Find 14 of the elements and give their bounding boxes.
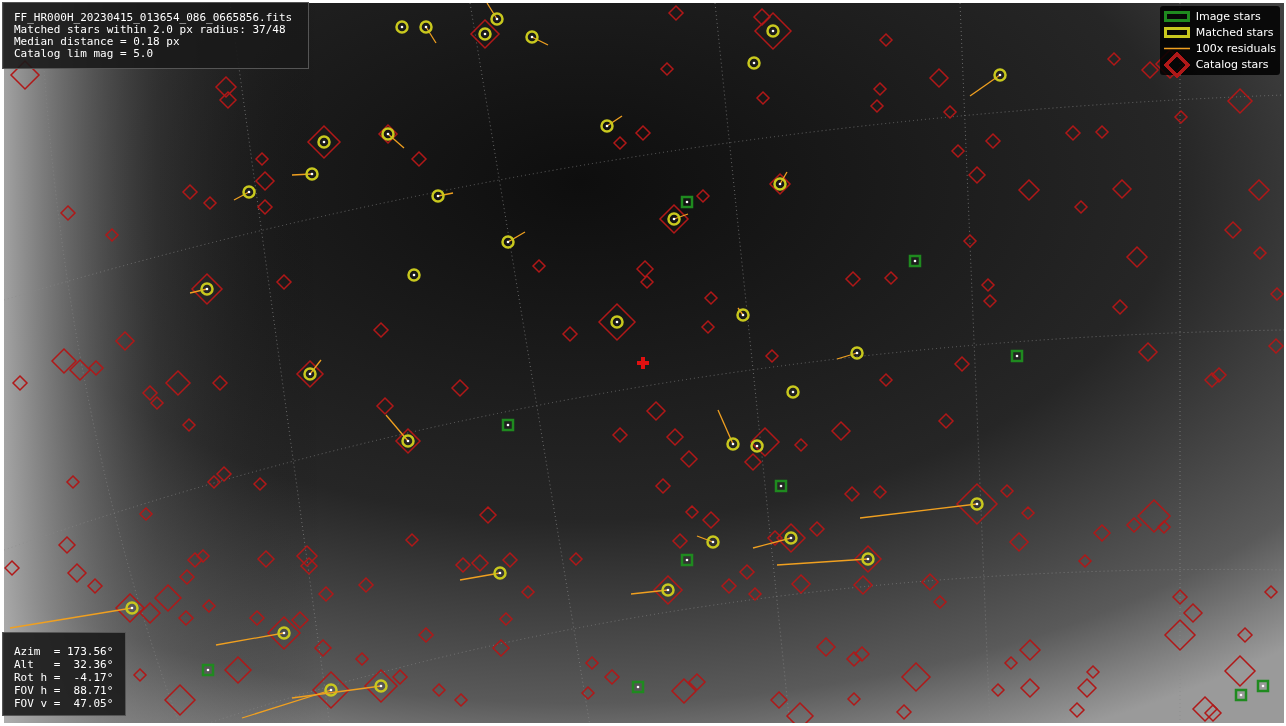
info-text: FF_HR000H_20230415_013654_086_0665856.fits xyxy=(14,12,294,24)
pointing-text: Azim = 173.56° xyxy=(14,645,115,658)
pointing-text: Rot h = -4.17° xyxy=(14,671,115,684)
pointing-text: FOV v = 47.05° xyxy=(14,697,115,710)
legend-label: 100x residuals xyxy=(1195,42,1276,55)
pointing-text: FOV h = 88.71° xyxy=(14,684,115,697)
legend-label: Matched stars xyxy=(1195,26,1274,39)
info-text: Matched stars within 2.0 px radius: 37/48 xyxy=(14,24,286,36)
pointing-text: Alt = 32.36° xyxy=(14,658,115,671)
info-text: Catalog lim mag = 5.0 xyxy=(14,48,155,60)
plus-marker-icon xyxy=(637,357,649,369)
info-text: Median distance = 0.18 px xyxy=(14,36,181,48)
legend-label: Catalog stars xyxy=(1195,58,1269,71)
legend-label: Image stars xyxy=(1195,10,1261,23)
